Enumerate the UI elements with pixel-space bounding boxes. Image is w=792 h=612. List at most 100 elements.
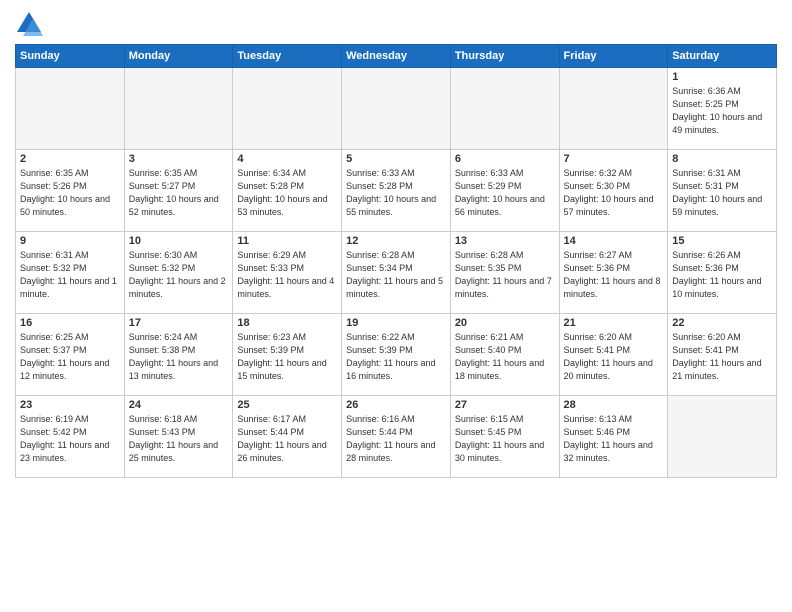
day-info: Sunrise: 6:28 AM Sunset: 5:34 PM Dayligh… [346, 249, 446, 301]
day-info: Sunrise: 6:23 AM Sunset: 5:39 PM Dayligh… [237, 331, 337, 383]
day-info: Sunrise: 6:32 AM Sunset: 5:30 PM Dayligh… [564, 167, 664, 219]
calendar-cell: 19 Sunrise: 6:22 AM Sunset: 5:39 PM Dayli… [342, 314, 451, 396]
day-number: 20 [455, 317, 555, 329]
logo-icon [15, 10, 43, 38]
day-number: 6 [455, 153, 555, 165]
header [15, 10, 777, 38]
day-info: Sunrise: 6:24 AM Sunset: 5:38 PM Dayligh… [129, 331, 229, 383]
calendar-cell: 4Sunrise: 6:34 AM Sunset: 5:28 PM Daylig… [233, 150, 342, 232]
day-number: 27 [455, 399, 555, 411]
day-info: Sunrise: 6:20 AM Sunset: 5:41 PM Dayligh… [564, 331, 664, 383]
calendar-cell: 27 Sunrise: 6:15 AM Sunset: 5:45 PM Dayli… [450, 396, 559, 478]
calendar-body: 1 Sunrise: 6:36 AM Sunset: 5:25 PM Daylig… [16, 68, 777, 478]
calendar-week-2: 9 Sunrise: 6:31 AM Sunset: 5:32 PM Daylig… [16, 232, 777, 314]
day-number: 24 [129, 399, 229, 411]
calendar-cell: 12 Sunrise: 6:28 AM Sunset: 5:34 PM Dayli… [342, 232, 451, 314]
day-number: 25 [237, 399, 337, 411]
day-number: 15 [672, 235, 772, 247]
weekday-header-sunday: Sunday [16, 45, 125, 68]
calendar-cell: 5 Sunrise: 6:33 AM Sunset: 5:28 PM Daylig… [342, 150, 451, 232]
calendar-cell [450, 68, 559, 150]
calendar-cell: 22 Sunrise: 6:20 AM Sunset: 5:41 PM Dayli… [668, 314, 777, 396]
day-number: 14 [564, 235, 664, 247]
day-info: Sunrise: 6:29 AM Sunset: 5:33 PM Dayligh… [237, 249, 337, 301]
day-number: 7 [564, 153, 664, 165]
day-info: Sunrise: 6:21 AM Sunset: 5:40 PM Dayligh… [455, 331, 555, 383]
day-info: Sunrise: 6:13 AM Sunset: 5:46 PM Dayligh… [564, 413, 664, 465]
day-number: 4 [237, 153, 337, 165]
calendar-cell: 9 Sunrise: 6:31 AM Sunset: 5:32 PM Daylig… [16, 232, 125, 314]
day-info: Sunrise: 6:18 AM Sunset: 5:43 PM Dayligh… [129, 413, 229, 465]
day-number: 13 [455, 235, 555, 247]
calendar-cell: 16 Sunrise: 6:25 AM Sunset: 5:37 PM Dayli… [16, 314, 125, 396]
day-info: Sunrise: 6:28 AM Sunset: 5:35 PM Dayligh… [455, 249, 555, 301]
weekday-row: SundayMondayTuesdayWednesdayThursdayFrid… [16, 45, 777, 68]
day-info: Sunrise: 6:31 AM Sunset: 5:32 PM Dayligh… [20, 249, 120, 301]
calendar-cell [342, 68, 451, 150]
logo [15, 10, 47, 38]
calendar-cell: 15 Sunrise: 6:26 AM Sunset: 5:36 PM Dayli… [668, 232, 777, 314]
calendar-cell: 23 Sunrise: 6:19 AM Sunset: 5:42 PM Dayli… [16, 396, 125, 478]
day-number: 9 [20, 235, 120, 247]
calendar-week-3: 16 Sunrise: 6:25 AM Sunset: 5:37 PM Dayli… [16, 314, 777, 396]
calendar-cell: 11 Sunrise: 6:29 AM Sunset: 5:33 PM Dayli… [233, 232, 342, 314]
day-number: 22 [672, 317, 772, 329]
day-number: 3 [129, 153, 229, 165]
day-info: Sunrise: 6:35 AM Sunset: 5:27 PM Dayligh… [129, 167, 229, 219]
weekday-header-thursday: Thursday [450, 45, 559, 68]
calendar-cell: 21 Sunrise: 6:20 AM Sunset: 5:41 PM Dayli… [559, 314, 668, 396]
day-info: Sunrise: 6:20 AM Sunset: 5:41 PM Dayligh… [672, 331, 772, 383]
day-number: 21 [564, 317, 664, 329]
calendar-cell: 3 Sunrise: 6:35 AM Sunset: 5:27 PM Daylig… [124, 150, 233, 232]
day-number: 11 [237, 235, 337, 247]
day-number: 16 [20, 317, 120, 329]
calendar-cell: 6Sunrise: 6:33 AM Sunset: 5:29 PM Daylig… [450, 150, 559, 232]
calendar-header: SundayMondayTuesdayWednesdayThursdayFrid… [16, 45, 777, 68]
calendar-cell: 8 Sunrise: 6:31 AM Sunset: 5:31 PM Daylig… [668, 150, 777, 232]
day-number: 12 [346, 235, 446, 247]
calendar-cell: 1 Sunrise: 6:36 AM Sunset: 5:25 PM Daylig… [668, 68, 777, 150]
day-info: Sunrise: 6:27 AM Sunset: 5:36 PM Dayligh… [564, 249, 664, 301]
day-info: Sunrise: 6:31 AM Sunset: 5:31 PM Dayligh… [672, 167, 772, 219]
calendar-cell [124, 68, 233, 150]
page: SundayMondayTuesdayWednesdayThursdayFrid… [0, 0, 792, 612]
day-info: Sunrise: 6:19 AM Sunset: 5:42 PM Dayligh… [20, 413, 120, 465]
weekday-header-wednesday: Wednesday [342, 45, 451, 68]
day-info: Sunrise: 6:35 AM Sunset: 5:26 PM Dayligh… [20, 167, 120, 219]
calendar-cell: 25Sunrise: 6:17 AM Sunset: 5:44 PM Dayli… [233, 396, 342, 478]
day-info: Sunrise: 6:16 AM Sunset: 5:44 PM Dayligh… [346, 413, 446, 465]
day-number: 18 [237, 317, 337, 329]
calendar-cell: 13 Sunrise: 6:28 AM Sunset: 5:35 PM Dayli… [450, 232, 559, 314]
day-info: Sunrise: 6:36 AM Sunset: 5:25 PM Dayligh… [672, 85, 772, 137]
calendar-cell [668, 396, 777, 478]
day-info: Sunrise: 6:15 AM Sunset: 5:45 PM Dayligh… [455, 413, 555, 465]
calendar-week-1: 2Sunrise: 6:35 AM Sunset: 5:26 PM Daylig… [16, 150, 777, 232]
weekday-header-tuesday: Tuesday [233, 45, 342, 68]
weekday-header-saturday: Saturday [668, 45, 777, 68]
weekday-header-friday: Friday [559, 45, 668, 68]
calendar-week-4: 23 Sunrise: 6:19 AM Sunset: 5:42 PM Dayli… [16, 396, 777, 478]
day-number: 23 [20, 399, 120, 411]
day-info: Sunrise: 6:26 AM Sunset: 5:36 PM Dayligh… [672, 249, 772, 301]
day-number: 10 [129, 235, 229, 247]
calendar-cell: 24 Sunrise: 6:18 AM Sunset: 5:43 PM Dayli… [124, 396, 233, 478]
day-info: Sunrise: 6:33 AM Sunset: 5:28 PM Dayligh… [346, 167, 446, 219]
weekday-header-monday: Monday [124, 45, 233, 68]
day-number: 28 [564, 399, 664, 411]
calendar-week-0: 1 Sunrise: 6:36 AM Sunset: 5:25 PM Daylig… [16, 68, 777, 150]
calendar-cell [16, 68, 125, 150]
calendar-cell: 2Sunrise: 6:35 AM Sunset: 5:26 PM Daylig… [16, 150, 125, 232]
day-info: Sunrise: 6:22 AM Sunset: 5:39 PM Dayligh… [346, 331, 446, 383]
calendar-cell: 18 Sunrise: 6:23 AM Sunset: 5:39 PM Dayli… [233, 314, 342, 396]
calendar-cell [233, 68, 342, 150]
day-number: 19 [346, 317, 446, 329]
day-number: 5 [346, 153, 446, 165]
calendar-table: SundayMondayTuesdayWednesdayThursdayFrid… [15, 44, 777, 478]
day-number: 8 [672, 153, 772, 165]
calendar-cell: 14 Sunrise: 6:27 AM Sunset: 5:36 PM Dayli… [559, 232, 668, 314]
calendar-cell: 28 Sunrise: 6:13 AM Sunset: 5:46 PM Dayli… [559, 396, 668, 478]
day-info: Sunrise: 6:25 AM Sunset: 5:37 PM Dayligh… [20, 331, 120, 383]
day-number: 1 [672, 71, 772, 83]
calendar-cell: 17Sunrise: 6:24 AM Sunset: 5:38 PM Dayli… [124, 314, 233, 396]
day-info: Sunrise: 6:30 AM Sunset: 5:32 PM Dayligh… [129, 249, 229, 301]
